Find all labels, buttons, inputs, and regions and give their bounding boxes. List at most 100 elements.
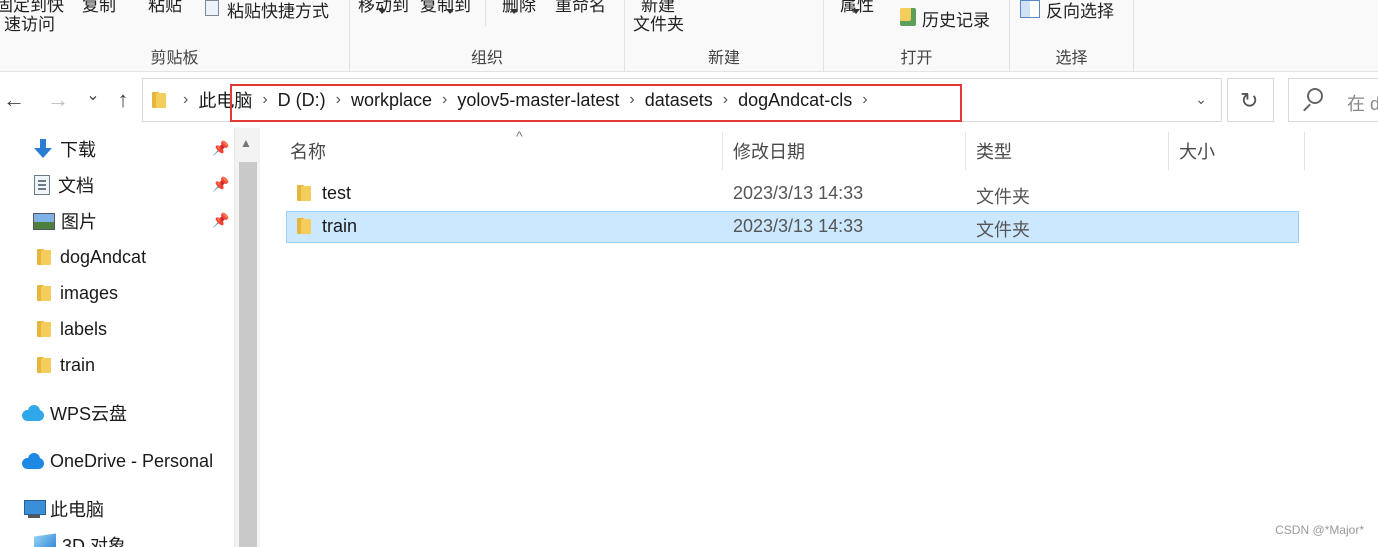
breadcrumb-separator-icon[interactable]: › — [717, 91, 734, 109]
pin-icon[interactable]: 📌 — [212, 176, 229, 193]
nav-item-label: dogAndcat — [60, 246, 147, 267]
nav-item-label: train — [60, 354, 96, 375]
breadcrumb-separator-icon[interactable]: › — [436, 91, 453, 109]
column-header-label: 修改日期 — [733, 142, 805, 162]
breadcrumb-datasets[interactable]: datasets — [641, 90, 717, 111]
column-header-label: 类型 — [976, 142, 1012, 162]
breadcrumb-separator-icon[interactable]: › — [330, 91, 347, 109]
breadcrumb-separator-icon[interactable]: › — [256, 91, 273, 109]
column-header-type[interactable]: 类型 — [966, 132, 1169, 170]
breadcrumb-separator-icon[interactable]: › — [623, 91, 640, 109]
nav-item-this-pc[interactable]: 此电脑 — [22, 494, 104, 524]
column-header-size[interactable]: 大小 — [1169, 132, 1305, 170]
scrollbar-thumb[interactable] — [239, 162, 257, 547]
history-icon — [900, 8, 916, 26]
properties-chevron-down-icon[interactable] — [852, 9, 860, 14]
nav-item-labels[interactable]: labels — [36, 314, 107, 344]
breadcrumb-yolov5[interactable]: yolov5-master-latest — [453, 90, 623, 111]
breadcrumb-this-pc[interactable]: 此电脑 — [194, 87, 256, 113]
nav-item-label: labels — [60, 318, 108, 339]
nav-item-3d-objects[interactable]: 3D 对象 — [34, 530, 126, 547]
up-arrow-icon[interactable]: ↑ — [111, 86, 135, 114]
pin-quick-access-label-line2: 速访问 — [4, 15, 55, 34]
pin-icon[interactable]: 📌 — [212, 212, 229, 229]
file-row-train[interactable]: train 2023/3/13 14:33 文件夹 — [286, 211, 1299, 243]
nav-item-label: 文档 — [58, 176, 94, 196]
back-arrow-icon[interactable]: ← — [2, 86, 26, 114]
navigation-pane-scrollbar[interactable]: ▲ — [234, 128, 260, 547]
nav-item-label: images — [60, 282, 119, 303]
nav-item-label: WPS云盘 — [50, 404, 128, 424]
refresh-icon: ↻ — [1240, 88, 1259, 113]
paste-button[interactable]: 粘贴 — [148, 0, 182, 16]
rename-button[interactable]: 重命名 — [555, 0, 606, 16]
column-header-label: 大小 — [1179, 142, 1215, 162]
file-modified: 2023/3/13 14:33 — [733, 183, 864, 203]
onedrive-cloud-icon — [20, 452, 46, 470]
address-folder-icon — [151, 91, 167, 109]
column-header-label: 名称 — [290, 142, 326, 162]
nav-item-label: 图片 — [61, 212, 97, 232]
folder-icon — [36, 356, 52, 374]
search-icon — [1307, 88, 1323, 104]
breadcrumb-workplace[interactable]: workplace — [347, 90, 436, 111]
address-history-chevron-down-icon[interactable]: ⌄ — [1195, 91, 1207, 108]
file-list: 名称 ^ 修改日期 类型 大小 test 2023/3/13 14:33 文件夹… — [260, 128, 1378, 547]
copy-button[interactable]: 复制 — [82, 0, 116, 16]
folder-icon — [296, 184, 312, 202]
file-name: test — [322, 183, 352, 203]
ribbon-group-label-organize: 组织 — [470, 50, 503, 67]
ribbon-group-select: 反向选择 选择 — [1010, 0, 1134, 71]
nav-item-documents[interactable]: 文档 — [34, 170, 94, 200]
file-modified: 2023/3/13 14:33 — [733, 216, 864, 236]
pin-icon[interactable]: 📌 — [212, 140, 229, 157]
nav-item-downloads[interactable]: 下载 — [34, 134, 96, 164]
column-header-modified[interactable]: 修改日期 — [723, 132, 966, 170]
forward-arrow-icon[interactable]: → — [46, 86, 70, 114]
nav-item-train[interactable]: train — [36, 350, 95, 380]
nav-item-dogandcat[interactable]: dogAndcat — [36, 242, 146, 272]
nav-item-label: 3D 对象 — [62, 536, 127, 547]
nav-item-pictures[interactable]: 图片 — [33, 206, 97, 236]
nav-item-onedrive[interactable]: OneDrive - Personal — [20, 446, 213, 476]
paste-shortcut-button[interactable]: 粘贴快捷方式 — [227, 0, 329, 22]
wps-cloud-icon — [20, 404, 46, 422]
nav-item-images[interactable]: images — [36, 278, 118, 308]
invert-selection-button[interactable]: 反向选择 — [1046, 0, 1114, 22]
breadcrumb-drive-d[interactable]: D (D:) — [274, 90, 330, 111]
folder-icon — [296, 217, 312, 235]
search-placeholder: 在 d — [1347, 94, 1378, 114]
3d-objects-icon — [34, 533, 56, 547]
breadcrumb-dogandcat-cls[interactable]: dogAndcat-cls — [734, 90, 856, 111]
ribbon-group-label-clipboard: 剪贴板 — [150, 50, 199, 67]
file-name: train — [322, 216, 358, 236]
search-input[interactable]: 在 d — [1288, 78, 1378, 122]
ribbon-divider — [485, 0, 486, 26]
file-type: 文件夹 — [976, 187, 1030, 207]
breadcrumb-separator-icon[interactable]: › — [177, 91, 194, 109]
delete-button[interactable]: 删除 — [502, 0, 536, 16]
breadcrumb-separator-icon[interactable]: › — [856, 91, 873, 109]
move-to-chevron-down-icon[interactable] — [378, 9, 386, 14]
new-folder-label-line2: 文件夹 — [633, 15, 684, 34]
copy-to-chevron-down-icon[interactable] — [446, 9, 454, 14]
scroll-up-chevron-icon[interactable]: ▲ — [240, 136, 252, 150]
invert-selection-icon — [1020, 0, 1040, 18]
watermark: CSDN @*Major* — [1275, 523, 1364, 537]
recent-locations-chevron-down-icon[interactable]: ⌄ — [84, 82, 102, 110]
paste-shortcut-icon — [205, 0, 219, 16]
ribbon-group-open: 属性 历史记录 打开 — [824, 0, 1010, 71]
document-icon — [34, 175, 50, 195]
ribbon-group-clipboard: 固定到快 速访问 复制 粘贴 粘贴快捷方式 剪贴板 — [0, 0, 350, 71]
navigation-pane: 下载 📌 文档 📌 图片 📌 dogAndcat images labels t… — [0, 128, 234, 547]
nav-item-wps-cloud[interactable]: WPS云盘 — [20, 398, 127, 428]
column-header-name[interactable]: 名称 ^ — [280, 128, 723, 170]
ribbon-group-label-new: 新建 — [707, 50, 740, 67]
delete-chevron-down-icon[interactable] — [510, 9, 518, 14]
history-button[interactable]: 历史记录 — [922, 6, 990, 31]
refresh-button[interactable]: ↻ — [1227, 78, 1274, 122]
address-bar[interactable]: › 此电脑 › D (D:) › workplace › yolov5-mast… — [142, 78, 1222, 122]
folder-icon — [36, 248, 52, 266]
sort-ascending-chevron-up-icon: ^ — [516, 128, 523, 144]
file-row-test[interactable]: test 2023/3/13 14:33 文件夹 — [286, 178, 1299, 210]
